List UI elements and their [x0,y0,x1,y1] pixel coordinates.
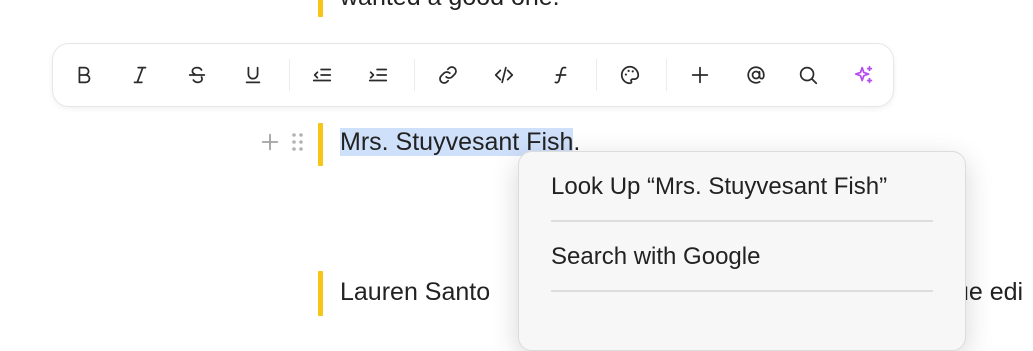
toolbar-divider [666,59,667,91]
block-accent-bar [318,123,323,166]
outdent-icon [312,68,332,82]
toolbar-divider [596,59,597,91]
paragraph-text: wanted a good one. [340,0,560,12]
add-block-button[interactable] [259,131,281,158]
formatting-toolbar [52,43,894,107]
menu-divider [551,290,933,292]
strikethrough-icon [188,66,206,84]
block-accent-bar [318,271,323,316]
at-icon [747,66,765,84]
insert-button[interactable] [683,58,717,92]
mention-button[interactable] [739,58,773,92]
indent-icon [368,68,388,82]
bold-icon [78,66,91,84]
palette-icon [620,65,640,85]
search-button[interactable] [791,58,825,92]
link-button[interactable] [431,58,465,92]
code-icon [494,66,514,84]
italic-icon [133,66,147,84]
menu-item-search-google[interactable]: Search with Google [551,242,760,272]
plus-icon [691,66,709,84]
outdent-button[interactable] [305,58,339,92]
bold-button[interactable] [67,58,101,92]
underline-icon [245,66,261,84]
toolbar-divider [289,59,290,91]
toolbar-divider [414,59,415,91]
sparkle-icon [854,65,873,84]
indent-button[interactable] [361,58,395,92]
italic-button[interactable] [123,58,157,92]
underline-button[interactable] [236,58,270,92]
paragraph-text: Lauren Santo [340,278,491,306]
plus-icon [261,133,279,151]
strikethrough-button[interactable] [180,58,214,92]
drag-handle[interactable] [290,131,306,158]
code-button[interactable] [487,58,521,92]
function-icon [554,66,567,84]
drag-dots-icon [292,133,303,151]
color-button[interactable] [613,58,647,92]
ai-button[interactable] [847,58,881,92]
block-accent-bar [318,0,323,17]
menu-divider [551,220,933,222]
menu-item-look-up[interactable]: Look Up “Mrs. Stuyvesant Fish” [551,172,887,202]
context-menu: Look Up “Mrs. Stuyvesant Fish” Search wi… [518,151,966,351]
search-icon [799,66,818,85]
link-icon [439,66,457,84]
function-button[interactable] [544,58,578,92]
